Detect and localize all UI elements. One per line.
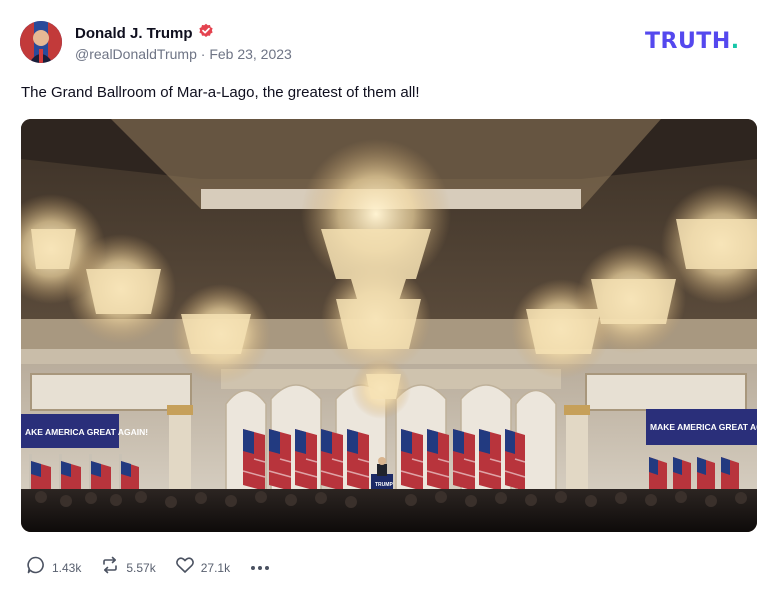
heart-icon <box>175 555 195 580</box>
like-count: 27.1k <box>200 560 231 575</box>
truth-social-logo[interactable]: TRUTH. <box>645 29 740 54</box>
banner-left-text: AKE AMERICA GREAT AGAIN! <box>25 427 148 437</box>
author-name[interactable]: Donald J. Trump <box>75 25 193 42</box>
author-handle[interactable]: @realDonaldTrump <box>75 46 197 62</box>
post-image[interactable]: AKE AMERICA GREAT AGAIN! MAKE AMERICA GR… <box>21 119 757 532</box>
reply-icon <box>26 555 46 580</box>
reply-count: 1.43k <box>52 560 82 575</box>
more-options-icon[interactable] <box>251 565 270 570</box>
avatar-image <box>20 21 62 63</box>
podium-sign-text: TRUMP <box>375 482 393 488</box>
avatar[interactable] <box>20 21 62 63</box>
reply-button[interactable]: 1.43k <box>26 555 81 580</box>
logo-dot: . <box>730 29 740 54</box>
ballroom-photo: AKE AMERICA GREAT AGAIN! MAKE AMERICA GR… <box>21 119 757 532</box>
verified-badge-icon <box>198 23 214 44</box>
retruth-button[interactable]: 5.57k <box>100 555 156 580</box>
like-button[interactable]: 27.1k <box>175 555 230 580</box>
author-meta: @realDonaldTrump · Feb 23, 2023 <box>75 46 292 62</box>
retruth-icon <box>100 555 120 580</box>
banner-right-text: MAKE AMERICA GREAT AGAI <box>650 422 757 432</box>
post-date[interactable]: Feb 23, 2023 <box>209 46 292 62</box>
post-actions: 1.43k 5.57k 27.1k <box>26 555 270 580</box>
logo-text: TRUTH <box>645 29 731 54</box>
retruth-count: 5.57k <box>126 560 156 575</box>
post-text: The Grand Ballroom of Mar-a-Lago, the gr… <box>21 84 420 101</box>
